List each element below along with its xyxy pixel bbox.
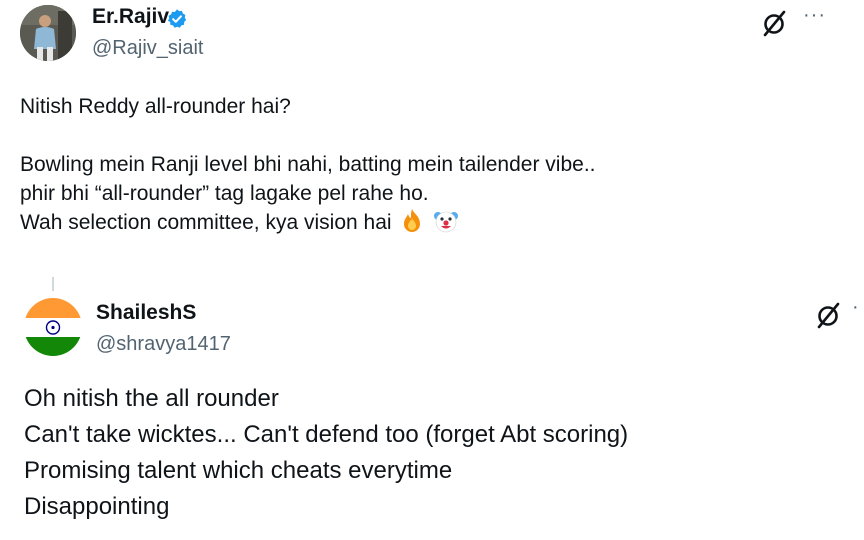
reply-author-name[interactable]: ShaileshS bbox=[96, 301, 196, 325]
reply-line: Disappointing bbox=[24, 493, 170, 520]
tweet-line-last: Wah selection committee, kya vision hai bbox=[20, 208, 596, 237]
reply-text: Oh nitish the all rounder Can't take wic… bbox=[24, 381, 628, 525]
reply-line: Oh nitish the all rounder bbox=[24, 385, 279, 412]
clown-face-emoji-icon bbox=[434, 211, 459, 233]
more-icon[interactable]: · bbox=[852, 296, 859, 319]
reply-line: Can't take wicktes... Can't defend too (… bbox=[24, 421, 629, 448]
tweet-text: Nitish Reddy all-rounder hai? Bowling me… bbox=[20, 92, 596, 237]
india-flag-avatar-icon bbox=[25, 298, 81, 356]
thread-connector bbox=[52, 277, 54, 291]
reply-line: Promising talent which cheats everytime bbox=[24, 457, 453, 484]
author-handle[interactable]: @Rajiv_siait bbox=[92, 37, 203, 60]
tweet-line: Bowling mein Ranji level bhi nahi, batti… bbox=[20, 153, 596, 176]
slash-circle-icon[interactable] bbox=[758, 6, 792, 40]
more-icon[interactable]: ··· bbox=[803, 4, 826, 27]
author-name[interactable]: Er.Rajiv bbox=[92, 5, 169, 29]
verified-badge-icon bbox=[167, 9, 187, 28]
slash-circle-icon[interactable] bbox=[812, 298, 846, 332]
tweet-line: phir bhi “all-rounder” tag lagake pel ra… bbox=[20, 182, 429, 205]
reply-author-handle[interactable]: @shravya1417 bbox=[96, 333, 231, 356]
tweet-line: Nitish Reddy all-rounder hai? bbox=[20, 95, 291, 118]
person-photo-avatar-icon bbox=[20, 5, 76, 61]
tweet-line-text: Wah selection committee, kya vision hai bbox=[20, 211, 392, 234]
fire-emoji-icon bbox=[404, 209, 421, 232]
reply-author-avatar[interactable] bbox=[25, 297, 81, 357]
author-avatar[interactable] bbox=[20, 5, 76, 61]
